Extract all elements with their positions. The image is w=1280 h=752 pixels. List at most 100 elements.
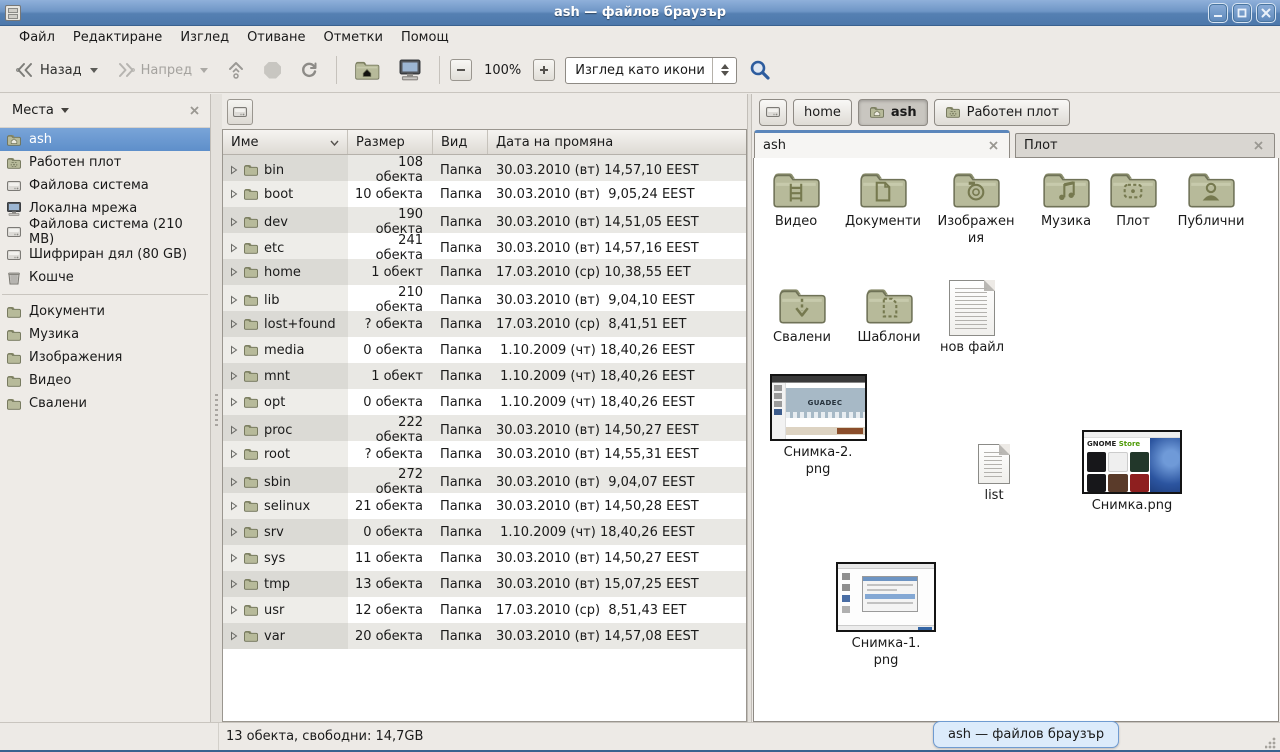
sidebar-item-ash[interactable]: ash [0, 128, 210, 151]
pane-root-button[interactable] [227, 99, 253, 125]
folder-documents[interactable]: Документи [837, 168, 929, 231]
tab-close-button[interactable] [985, 138, 1001, 154]
path-button-ash[interactable]: ash [858, 99, 928, 126]
back-button[interactable]: Назад [8, 57, 105, 83]
search-button[interactable] [741, 53, 779, 87]
table-row[interactable]: opt0 обектаПапка 1.10.2009 (чт) 18,40,26… [223, 389, 746, 415]
table-row[interactable]: sbin272 обектаПапка30.03.2010 (вт) 9,04,… [223, 467, 746, 493]
sidebar-item-documents[interactable]: Документи [0, 300, 210, 323]
computer-button[interactable] [391, 53, 429, 87]
table-row[interactable]: srv0 обектаПапка 1.10.2009 (чт) 18,40,26… [223, 519, 746, 545]
expander-icon[interactable] [230, 319, 238, 329]
table-row[interactable]: var20 обектаПапка30.03.2010 (вт) 14,57,0… [223, 623, 746, 649]
icon-view[interactable]: Видео Документи Изображения Музика Плот … [753, 158, 1279, 722]
sidebar-item-desktop[interactable]: Работен плот [0, 151, 210, 174]
menu-view[interactable]: Изглед [171, 28, 238, 47]
sidebar-item-pictures[interactable]: Изображения [0, 346, 210, 369]
expander-icon[interactable] [230, 553, 238, 563]
forward-button[interactable]: Напред [109, 57, 215, 83]
file-snimka-2-png[interactable]: GUADEC Снимка-2.png [768, 374, 868, 479]
sidebar-item-filesystem-210mb[interactable]: Файлова система (210 MB) [0, 220, 210, 243]
tab-desktop[interactable]: Плот [1015, 133, 1275, 158]
file-snimka-png[interactable]: GNOME Store Снимка.png [1076, 430, 1188, 515]
minimize-button[interactable] [1208, 3, 1228, 23]
column-header-kind[interactable]: Вид [433, 130, 488, 154]
table-row[interactable]: usr12 обектаПапка17.03.2010 (ср) 8,51,43… [223, 597, 746, 623]
table-row[interactable]: boot10 обектаПапка30.03.2010 (вт) 9,05,2… [223, 181, 746, 207]
sidebar-item-downloads[interactable]: Свалени [0, 392, 210, 415]
sidebar-item-music[interactable]: Музика [0, 323, 210, 346]
table-row[interactable]: etc241 обектаПапка30.03.2010 (вт) 14,57,… [223, 233, 746, 259]
folder-downloads[interactable]: Свалени [760, 284, 844, 347]
menu-edit[interactable]: Редактиране [64, 28, 171, 47]
expander-icon[interactable] [230, 267, 238, 277]
expander-icon[interactable] [230, 527, 238, 537]
tab-close-button[interactable] [1250, 138, 1266, 154]
table-row[interactable]: lib210 обектаПапка30.03.2010 (вт) 9,04,1… [223, 285, 746, 311]
sidebar-item-encrypted-80gb[interactable]: Шифриран дял (80 GB) [0, 243, 210, 266]
menu-file[interactable]: Файл [10, 28, 64, 47]
sidebar-item-trash[interactable]: Кошче [0, 266, 210, 289]
path-root-button[interactable] [759, 99, 787, 126]
expander-icon[interactable] [230, 243, 238, 253]
folder-videos[interactable]: Видео [756, 168, 836, 231]
reload-button[interactable] [292, 55, 326, 85]
sidebar-item-filesystem[interactable]: Файлова система [0, 174, 210, 197]
expander-icon[interactable] [230, 425, 238, 435]
table-row[interactable]: tmp13 обектаПапка30.03.2010 (вт) 15,07,2… [223, 571, 746, 597]
home-button[interactable] [347, 54, 387, 86]
expander-icon[interactable] [230, 165, 238, 175]
table-row[interactable]: dev190 обектаПапка30.03.2010 (вт) 14,51,… [223, 207, 746, 233]
table-row[interactable]: bin108 обектаПапка30.03.2010 (вт) 14,57,… [223, 155, 746, 181]
expander-icon[interactable] [230, 345, 238, 355]
expander-icon[interactable] [230, 295, 238, 305]
menu-help[interactable]: Помощ [392, 28, 458, 47]
table-row[interactable]: home1 обектПапка17.03.2010 (ср) 10,38,55… [223, 259, 746, 285]
sidebar-mode-select[interactable]: Места [12, 103, 186, 118]
window-titlebar[interactable]: ash — файлов браузър [0, 0, 1280, 26]
close-button[interactable] [1256, 3, 1276, 23]
path-button-desktop[interactable]: Работен плот [934, 99, 1070, 126]
expander-icon[interactable] [230, 217, 238, 227]
column-header-date[interactable]: Дата на промяна [488, 130, 746, 154]
table-row[interactable]: proc222 обектаПапка30.03.2010 (вт) 14,50… [223, 415, 746, 441]
maximize-button[interactable] [1232, 3, 1252, 23]
expander-icon[interactable] [230, 501, 238, 511]
path-button-home[interactable]: home [793, 99, 852, 126]
forward-history-caret[interactable] [200, 68, 208, 73]
folder-public[interactable]: Публични [1168, 168, 1254, 231]
tab-ash[interactable]: ash [754, 130, 1010, 158]
folder-images[interactable]: Изображения [934, 168, 1018, 248]
stop-button[interactable] [257, 57, 288, 84]
folder-templates[interactable]: Шаблони [846, 284, 932, 347]
expander-icon[interactable] [230, 631, 238, 641]
menu-go[interactable]: Отиване [238, 28, 314, 47]
expander-icon[interactable] [230, 477, 238, 487]
expander-icon[interactable] [230, 189, 238, 199]
expander-icon[interactable] [230, 397, 238, 407]
view-mode-select[interactable]: Изглед като икони [565, 57, 737, 84]
table-row[interactable]: lost+found? обектаПапка17.03.2010 (ср) 8… [223, 311, 746, 337]
file-snimka-1-png[interactable]: Снимка-1.png [834, 562, 938, 670]
expander-icon[interactable] [230, 449, 238, 459]
table-row[interactable]: media0 обектаПапка 1.10.2009 (чт) 18,40,… [223, 337, 746, 363]
expander-icon[interactable] [230, 605, 238, 615]
sidebar-item-videos[interactable]: Видео [0, 369, 210, 392]
expander-icon[interactable] [230, 371, 238, 381]
table-row[interactable]: sys11 обектаПапка30.03.2010 (вт) 14,50,2… [223, 545, 746, 571]
view-mode-stepper[interactable] [712, 58, 736, 83]
sidebar-close-button[interactable] [186, 103, 202, 119]
expander-icon[interactable] [230, 579, 238, 589]
file-list[interactable]: list [959, 444, 1029, 505]
table-row[interactable]: mnt1 обектПапка 1.10.2009 (чт) 18,40,26 … [223, 363, 746, 389]
column-header-size[interactable]: Размер [348, 130, 433, 154]
table-row[interactable]: selinux21 обектаПапка30.03.2010 (вт) 14,… [223, 493, 746, 519]
menu-bookmarks[interactable]: Отметки [314, 28, 391, 47]
back-history-caret[interactable] [90, 68, 98, 73]
zoom-out-button[interactable] [450, 59, 472, 81]
column-header-name[interactable]: Име [223, 130, 348, 154]
zoom-in-button[interactable] [533, 59, 555, 81]
up-button[interactable] [219, 55, 253, 85]
folder-music[interactable]: Музика [1024, 168, 1108, 231]
table-row[interactable]: root? обектаПапка30.03.2010 (вт) 14,55,3… [223, 441, 746, 467]
